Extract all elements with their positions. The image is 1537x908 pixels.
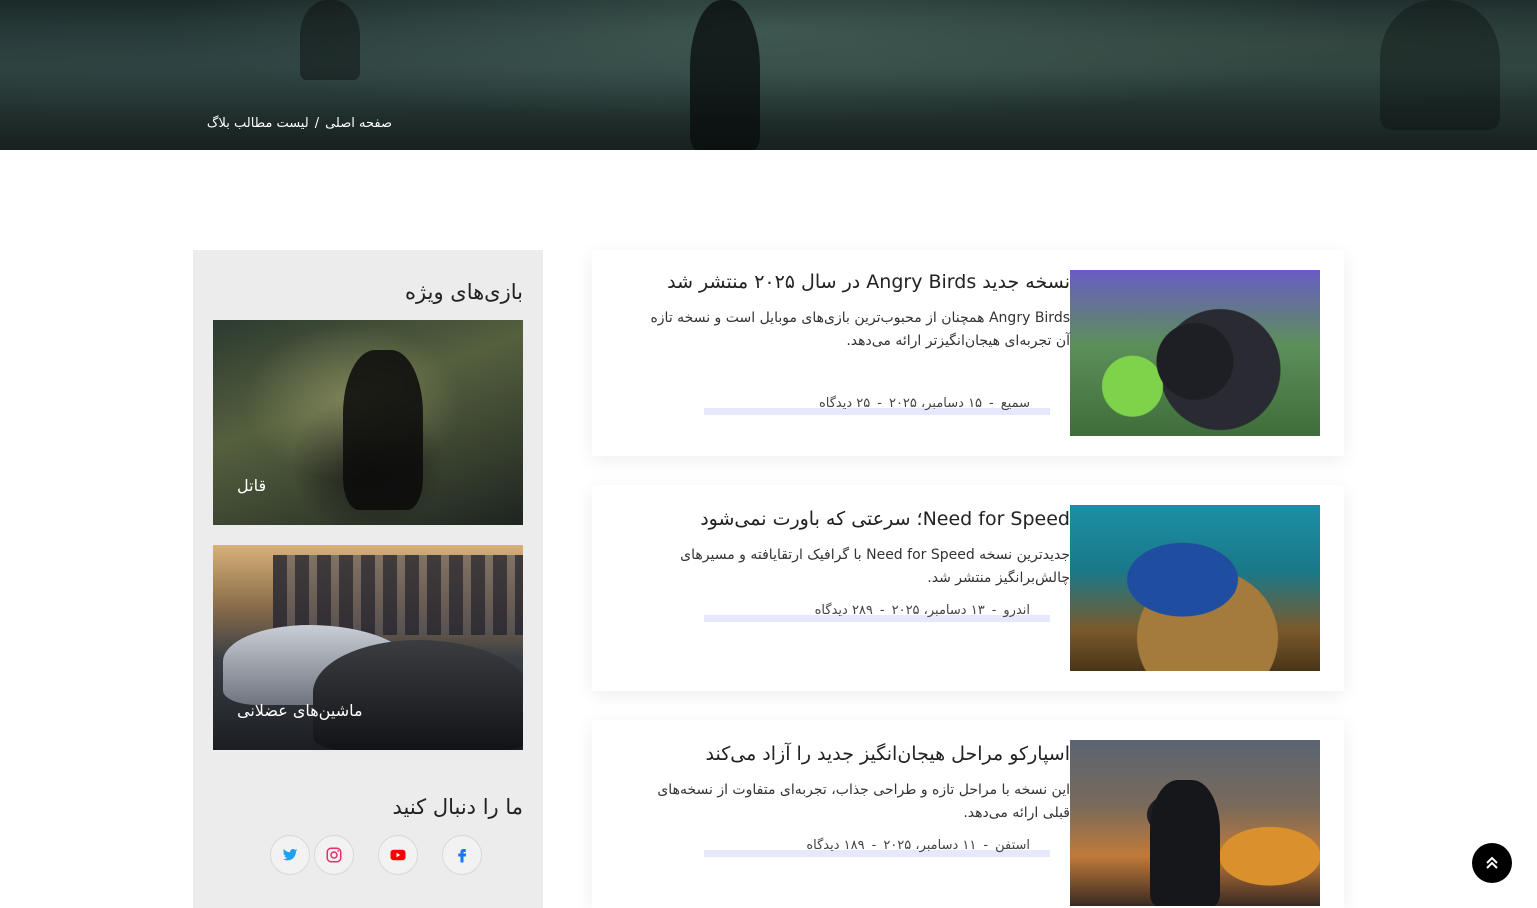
featured-game-card-muscle-cars[interactable]: ماشین‌های عضلانی xyxy=(213,545,523,750)
post-thumbnail[interactable] xyxy=(1070,270,1320,436)
social-links xyxy=(270,835,485,875)
breadcrumb-current: لیست مطالب بلاگ xyxy=(206,116,309,131)
post-excerpt: این نسخه با مراحل تازه و طراحی جذاب، تجر… xyxy=(657,782,1070,821)
blog-post-card: Need for Speed؛ سرعتی که باورت نمی‌شود ج… xyxy=(592,485,1344,691)
sidebar: بازی‌های ویژه قاتل ماشین‌های عضلانی ما ر… xyxy=(193,250,543,908)
meta-separator: - xyxy=(871,838,877,853)
breadcrumb-separator: / xyxy=(314,116,320,131)
follow-us-title: ما را دنبال کنید xyxy=(392,795,523,819)
post-author[interactable]: اندرو xyxy=(1003,603,1030,618)
meta-separator: - xyxy=(983,838,989,853)
hero-banner: صفحه اصلی / لیست مطالب بلاگ xyxy=(0,0,1537,150)
meta-separator: - xyxy=(879,603,885,618)
hero-figure xyxy=(1380,0,1500,130)
featured-game-card-assassin[interactable]: قاتل xyxy=(213,320,523,525)
post-date: ۱۱ دسامبر، ۲۰۲۵ xyxy=(883,838,977,853)
twitter-link[interactable] xyxy=(270,835,310,875)
post-comments[interactable]: ۱۸۹ دیدگاه xyxy=(806,838,864,853)
facebook-link[interactable] xyxy=(442,835,482,875)
back-to-top-button[interactable] xyxy=(1472,843,1512,883)
post-thumbnail[interactable] xyxy=(1070,505,1320,671)
facebook-icon xyxy=(458,849,467,863)
game-card-image xyxy=(343,350,423,510)
meta-separator: - xyxy=(877,396,882,411)
hero-figure xyxy=(690,0,760,150)
breadcrumb: صفحه اصلی / لیست مطالب بلاگ xyxy=(192,116,392,136)
post-author[interactable]: استفن xyxy=(995,838,1030,853)
post-thumbnail-figure xyxy=(1150,780,1220,906)
post-excerpt: Angry Birds همچنان از محبوب‌ترین بازی‌ها… xyxy=(650,310,1070,349)
game-card-image xyxy=(273,555,523,635)
breadcrumb-home-link[interactable]: صفحه اصلی xyxy=(325,116,392,131)
featured-game-label: قاتل xyxy=(237,476,267,495)
post-meta: استفن-۱۱ دسامبر، ۲۰۲۵-۱۸۹ دیدگاه xyxy=(704,838,1050,858)
post-meta: سمیع-۱۵ دسامبر، ۲۰۲۵-۲۵ دیدگاه xyxy=(704,396,1050,416)
twitter-icon xyxy=(282,848,298,861)
instagram-icon xyxy=(326,847,342,863)
post-title[interactable]: اسپارکو مراحل هیجان‌انگیز جدید را آزاد م… xyxy=(632,740,1071,769)
post-author[interactable]: سمیع xyxy=(1001,396,1030,411)
featured-games-title: بازی‌های ویژه xyxy=(405,280,523,304)
post-comments[interactable]: ۲۵ دیدگاه xyxy=(819,396,870,411)
game-card-image xyxy=(313,640,523,750)
blog-post-card: نسخه جدید Angry Birds در سال ۲۰۲۵ منتشر … xyxy=(592,250,1344,456)
post-date: ۱۳ دسامبر، ۲۰۲۵ xyxy=(891,603,985,618)
post-title[interactable]: نسخه جدید Angry Birds در سال ۲۰۲۵ منتشر … xyxy=(632,268,1070,297)
post-title[interactable]: Need for Speed؛ سرعتی که باورت نمی‌شود xyxy=(632,505,1070,534)
meta-separator: - xyxy=(991,603,997,618)
post-thumbnail[interactable] xyxy=(1070,740,1320,906)
blog-post-card: اسپارکو مراحل هیجان‌انگیز جدید را آزاد م… xyxy=(592,720,1344,908)
youtube-link[interactable] xyxy=(378,835,418,875)
double-chevron-up-icon xyxy=(1486,856,1498,869)
post-meta: اندرو-۱۳ دسامبر، ۲۰۲۵-۲۸۹ دیدگاه xyxy=(704,603,1050,623)
hero-figure xyxy=(300,0,360,80)
post-excerpt: جدیدترین نسخه Need for Speed با گرافیک ا… xyxy=(680,547,1070,586)
meta-separator: - xyxy=(989,396,994,411)
instagram-link[interactable] xyxy=(314,835,354,875)
youtube-icon xyxy=(390,849,406,861)
post-comments[interactable]: ۲۸۹ دیدگاه xyxy=(815,603,873,618)
featured-game-label: ماشین‌های عضلانی xyxy=(237,701,363,720)
post-date: ۱۵ دسامبر، ۲۰۲۵ xyxy=(888,396,983,411)
